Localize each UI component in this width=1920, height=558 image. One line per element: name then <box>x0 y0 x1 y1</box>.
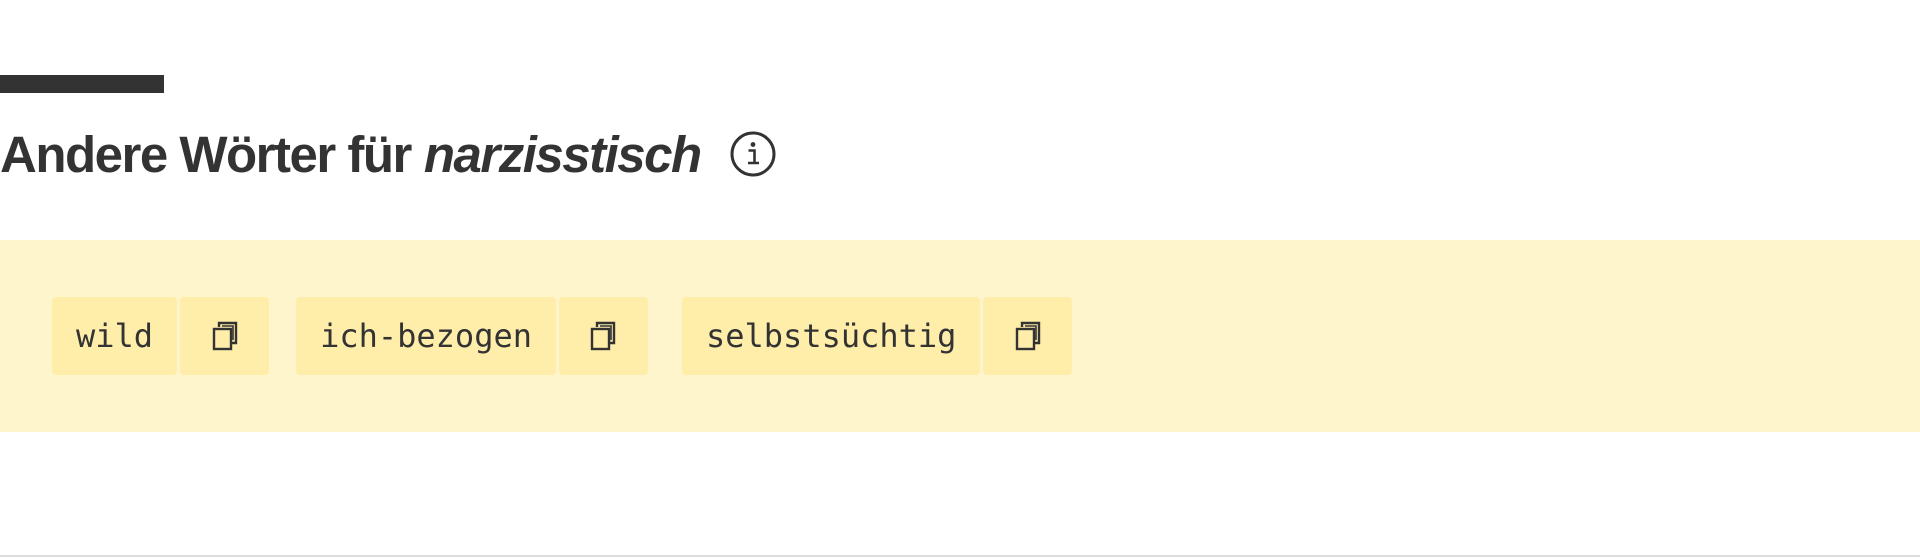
section-accent-bar <box>0 75 164 93</box>
info-circle-icon <box>730 131 776 177</box>
heading-word: narzisstisch <box>423 125 702 183</box>
synonym-chip-row: wild ich-bezogen selbstsüchtig <box>52 297 1099 375</box>
section-heading: Andere Wörter für narzisstisch <box>0 118 777 190</box>
synonym-list: wild ich-bezogen selbstsüchtig <box>0 240 1920 432</box>
copy-icon <box>212 321 237 351</box>
synonym-link[interactable]: wild <box>52 297 178 375</box>
synonym-link[interactable]: selbstsüchtig <box>681 297 981 375</box>
heading-prefix: Andere Wörter für <box>0 125 412 183</box>
synonym-chip: selbstsüchtig <box>681 297 1073 375</box>
info-button[interactable] <box>729 130 777 178</box>
copy-button[interactable] <box>558 297 648 375</box>
synonym-link[interactable]: ich-bezogen <box>296 297 556 375</box>
copy-icon <box>591 321 616 351</box>
section-divider <box>0 555 1920 557</box>
synonym-chip: ich-bezogen <box>296 297 648 375</box>
copy-icon <box>1015 321 1041 351</box>
copy-button[interactable] <box>983 297 1073 375</box>
copy-button[interactable] <box>180 297 270 375</box>
synonym-chip: wild <box>52 297 270 375</box>
